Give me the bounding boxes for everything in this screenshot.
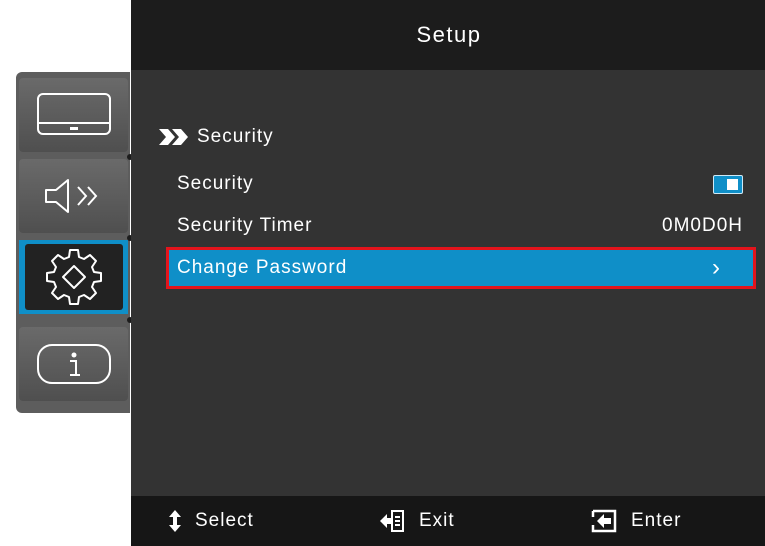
enter-icon xyxy=(591,509,617,533)
security-timer-row[interactable]: Security Timer 0M0D0H xyxy=(177,212,749,240)
change-password-label: Change Password xyxy=(177,257,348,278)
security-timer-value: 0M0D0H xyxy=(662,215,743,236)
sidebar-item-display[interactable] xyxy=(19,78,128,152)
info-icon xyxy=(36,344,111,384)
sidebar-item-setup[interactable] xyxy=(19,240,128,314)
exit-icon xyxy=(380,510,404,532)
security-toggle[interactable] xyxy=(713,174,743,194)
footer-exit: Exit xyxy=(379,496,455,546)
page-title: Setup xyxy=(131,0,765,70)
security-row[interactable]: Security xyxy=(177,170,749,198)
chevron-right-icon: › xyxy=(712,254,721,281)
footer-select: Select xyxy=(169,496,254,546)
osd-frame: Setup Security Security Security Timer 0… xyxy=(8,0,765,546)
breadcrumb: Security xyxy=(157,126,274,148)
up-down-arrow-icon xyxy=(169,510,181,532)
double-chevron-icon xyxy=(159,129,188,145)
sidebar-item-audio[interactable] xyxy=(19,159,128,233)
security-label: Security xyxy=(177,173,254,194)
breadcrumb-label: Security xyxy=(197,126,274,147)
gear-icon xyxy=(45,249,102,305)
security-timer-label: Security Timer xyxy=(177,215,313,236)
change-password-row[interactable]: Change Password › xyxy=(166,247,756,289)
audio-icon xyxy=(44,179,97,213)
sidebar-item-info[interactable] xyxy=(19,327,128,401)
key-hint-bar: Select Exit Enter xyxy=(131,496,765,546)
footer-enter: Enter xyxy=(591,496,681,546)
main-panel: Setup Security Security Security Timer 0… xyxy=(131,0,765,546)
display-icon xyxy=(36,93,111,135)
category-sidebar xyxy=(16,72,133,413)
